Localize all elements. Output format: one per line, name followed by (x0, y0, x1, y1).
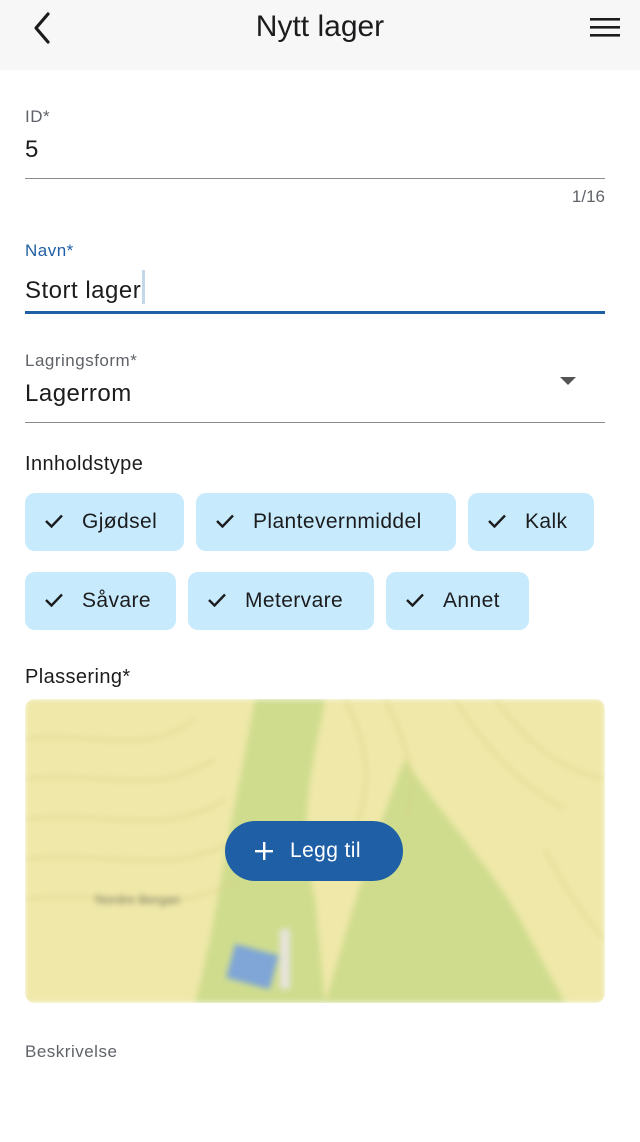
chip-plantevernmiddel[interactable]: Plantevernmiddel (196, 493, 456, 551)
chip-label: Annet (443, 589, 500, 612)
chip-label: Plantevernmiddel (253, 510, 422, 533)
location-map[interactable]: Nordre Bergan Legg til (25, 699, 605, 1003)
chip-gjodsel[interactable]: Gjødsel (25, 493, 184, 551)
storage-form-label: Lagringsform* (25, 351, 138, 370)
chip-annet[interactable]: Annet (386, 572, 529, 630)
map-place-label: Nordre Bergan (95, 892, 180, 907)
add-location-button[interactable]: Legg til (225, 821, 403, 881)
id-char-counter: 1/16 (571, 187, 605, 206)
content-type-label: Innholdstype (25, 453, 144, 475)
id-field[interactable]: 5 (25, 136, 39, 164)
name-field-underline (25, 311, 605, 314)
text-cursor (142, 270, 146, 304)
plus-icon (255, 842, 273, 860)
menu-button[interactable] (590, 15, 620, 39)
chip-label: Kalk (525, 510, 568, 533)
chip-label: Såvare (82, 589, 151, 612)
name-field-text: Stort lager (25, 277, 142, 304)
checkmark-icon (45, 593, 63, 607)
page-title: Nytt lager (255, 10, 385, 43)
hamburger-menu-icon (590, 18, 620, 37)
chip-label: Gjødsel (82, 510, 158, 533)
name-label: Navn* (25, 241, 74, 260)
checkmark-icon (406, 593, 424, 607)
dropdown-arrow-icon[interactable] (560, 377, 576, 385)
checkmark-icon (208, 593, 226, 607)
chip-kalk[interactable]: Kalk (468, 493, 594, 551)
chip-savare[interactable]: Såvare (25, 572, 176, 630)
location-label: Plassering* (25, 666, 131, 688)
chip-metervare[interactable]: Metervare (188, 572, 374, 630)
checkmark-icon (216, 514, 234, 528)
storage-form-select[interactable]: Lagerrom (25, 380, 132, 408)
checkmark-icon (488, 514, 506, 528)
id-label: ID* (25, 107, 51, 126)
storage-form-underline (25, 422, 605, 423)
description-label: Beskrivelse (25, 1042, 118, 1061)
add-location-label: Legg til (290, 839, 361, 862)
name-field[interactable]: Stort lager (25, 270, 146, 305)
checkmark-icon (45, 514, 63, 528)
chip-label: Metervare (245, 589, 344, 612)
id-field-underline (25, 178, 605, 179)
top-bar: Nytt lager (0, 0, 640, 70)
